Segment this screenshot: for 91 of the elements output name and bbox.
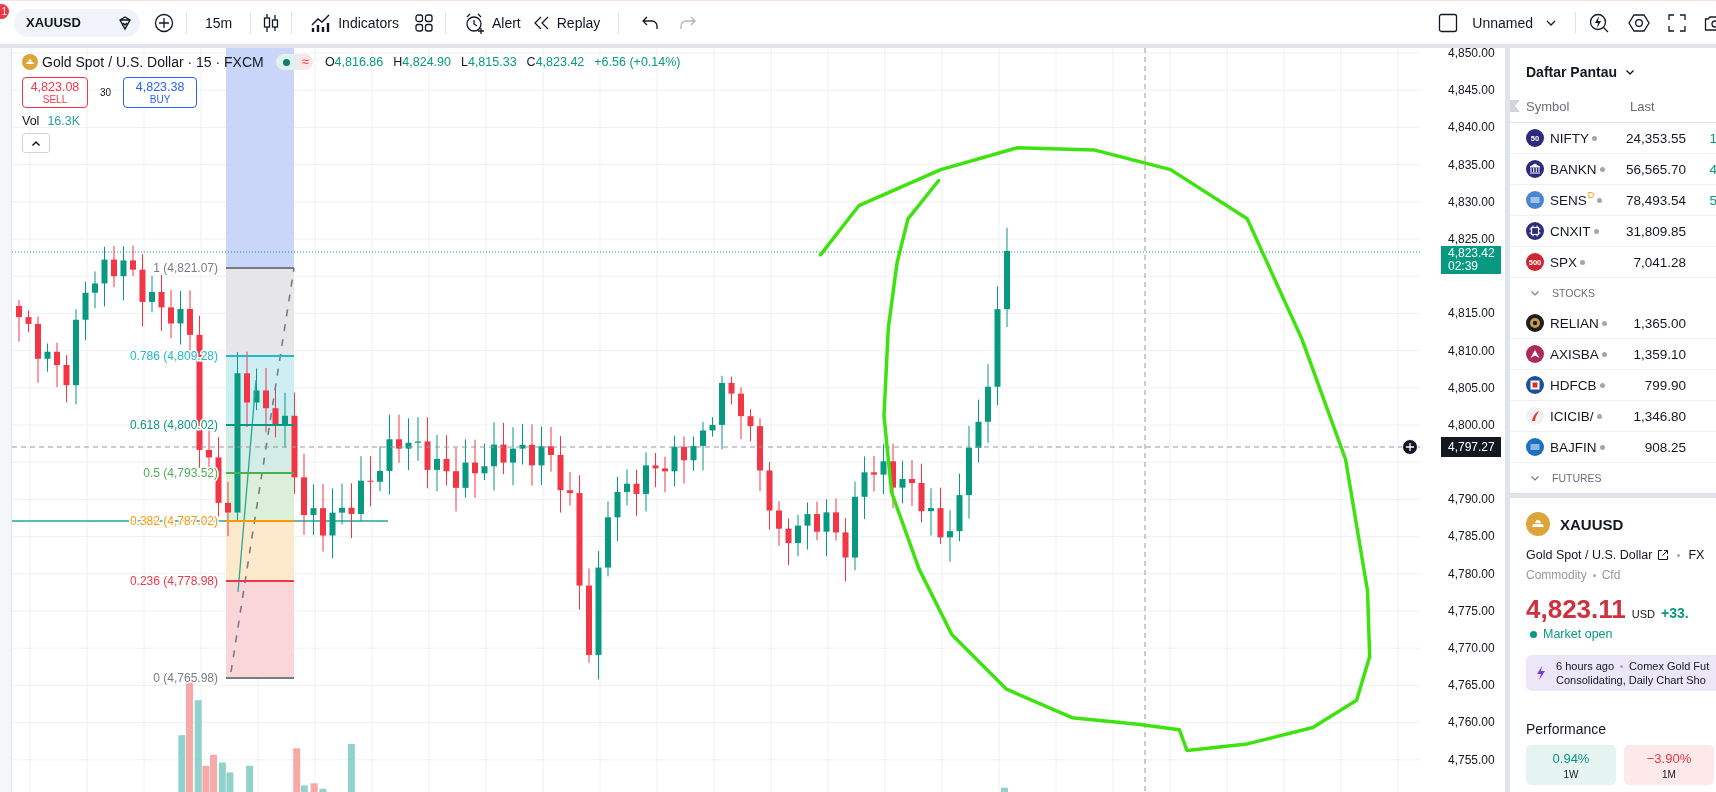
last-price: 24,353.55 <box>1624 130 1686 146</box>
notification-badge[interactable]: 1 <box>0 4 9 19</box>
axis-label: 4,780.00 <box>1448 566 1495 581</box>
axis-label: 4,805.00 <box>1448 380 1495 395</box>
price-axis[interactable]: 4,850.00 4,845.00 4,840.00 4,835.00 4,830.00 4,825.00 4,815.00 4,810.00 4,805.00 4,800.00 4,790.00 4,785.00 4,780.00 4,775.00 4,770.00 4,765.00 4,760.00 4,755.00 4,823.42 02:39 4,797.27 <box>1420 48 1505 792</box>
layout-name-button[interactable]: Unnamed <box>1466 10 1563 35</box>
symbol-name: XAUUSD <box>1560 515 1624 533</box>
change-value: +33. <box>1661 605 1689 621</box>
symbol-name: CNXIT <box>1550 223 1591 239</box>
symbol-subtype: Cfd <box>1601 568 1621 582</box>
axis-label: 4,825.00 <box>1448 231 1495 246</box>
news-headline: Comex Gold Fut <box>1629 660 1710 672</box>
axis-label: 4,790.00 <box>1448 492 1495 507</box>
current-price: 4,823.11 <box>1526 594 1626 625</box>
watchlist-row[interactable]: ICICIB/ 1,346.80 <box>1510 401 1716 432</box>
axis-label: 4,755.00 <box>1448 752 1495 767</box>
symbol-name: SPX <box>1550 254 1577 270</box>
exchange-name: FX <box>1688 548 1705 562</box>
symbol-name: BANKN <box>1550 161 1597 177</box>
replay-button[interactable]: Replay <box>526 10 607 35</box>
market-status: Market open <box>1543 627 1613 641</box>
axis-label: 4,810.00 <box>1448 343 1495 358</box>
axis-label: 4,835.00 <box>1448 157 1495 172</box>
ohlc-value: C4,823.42 <box>526 55 585 69</box>
symbol-name: RELIAN <box>1550 315 1599 331</box>
last-price: 78,493.54 <box>1624 192 1686 208</box>
performance-tile[interactable]: 0.94% 1W <box>1526 745 1616 785</box>
axis-label: 4,785.00 <box>1448 529 1495 544</box>
watchlist-row[interactable]: AXISBA 1,359.10 <box>1510 339 1716 370</box>
watchlist-row[interactable]: HDFCB 799.90 <box>1510 370 1716 401</box>
section-title: Performance <box>1526 721 1608 737</box>
fib-level-label: 1 (4,821.07) <box>153 261 218 275</box>
symbol-name: BAJFIN <box>1550 439 1597 455</box>
ohlc-value: H4,824.90 <box>393 55 451 69</box>
axis-label: 4,845.00 <box>1448 83 1495 98</box>
symbol-description: Gold Spot / U.S. Dollar <box>1526 548 1653 562</box>
news-card[interactable]: 6 hours ago Comex Gold Fut Consolidating, Daily Chart Sho <box>1526 655 1716 691</box>
performance-tile[interactable]: −3.90% 1M <box>1624 745 1714 785</box>
spread-value: 30 <box>100 87 112 98</box>
change-value: 1 <box>1709 130 1716 146</box>
symbol-name: ICICIB/ <box>1550 408 1594 424</box>
watchlist-row[interactable]: RELIAN 1,365.00 <box>1510 308 1716 339</box>
ohlc-value: O4,816.86 <box>324 55 384 69</box>
axis-label: 4,850.00 <box>1448 48 1495 60</box>
column-header[interactable]: Last <box>1630 98 1670 114</box>
crosshair-price-tag: 4,797.27 <box>1441 437 1501 457</box>
countdown-timer: 02:39 <box>1448 260 1480 273</box>
delay-label: D <box>1587 190 1595 200</box>
symbol-name: SENS <box>1550 192 1587 208</box>
last-price: 1,359.10 <box>1632 346 1686 362</box>
indicators-button[interactable]: Indicators <box>304 8 405 37</box>
column-header[interactable]: Symbol <box>1526 98 1630 114</box>
symbol-type: Commodity <box>1526 568 1587 582</box>
symbol-title[interactable]: Gold Spot / U.S. Dollar · 15 · FXCM <box>42 54 264 70</box>
ohlc-value: L4,815.33 <box>461 55 517 69</box>
watchlist-title[interactable]: Daftar Pantau <box>1526 64 1618 80</box>
last-price: 1,346.80 <box>1632 408 1686 424</box>
change-value: 4 <box>1709 161 1716 177</box>
watchlist-row[interactable]: CNXIT 31,809.85 <box>1510 216 1716 247</box>
price-value: 4,823.42 <box>1448 247 1496 260</box>
news-headline: Consolidating, Daily Chart Sho <box>1556 674 1707 686</box>
change-value: 5 <box>1709 192 1716 208</box>
symbol-search-field[interactable]: XAUUSD <box>14 8 140 37</box>
axis-label: 4,770.00 <box>1448 641 1495 655</box>
volume-label: Vol <box>22 114 40 128</box>
change-value: +6.56 (+0.14%) <box>594 55 681 69</box>
axis-label: 4,760.00 <box>1448 715 1495 730</box>
axis-label: 4,815.00 <box>1448 306 1495 321</box>
last-price: 1,365.00 <box>1632 315 1686 331</box>
volume-value: 16.3K <box>47 114 81 128</box>
last-price: 908.25 <box>1643 439 1686 455</box>
last-price: 799.90 <box>1643 377 1686 393</box>
buy-button[interactable]: 4,823.38 BUY <box>123 77 198 108</box>
symbol-name: HDFCB <box>1550 377 1597 393</box>
news-time: 6 hours ago <box>1556 660 1615 672</box>
interval-button[interactable]: 15m <box>199 10 239 35</box>
sell-button[interactable]: 4,823.08 SELL <box>22 77 88 108</box>
axis-label: 4,840.00 <box>1448 120 1495 135</box>
fib-level-label: 0.236 (4,778.98) <box>129 574 218 588</box>
last-price: 31,809.85 <box>1624 223 1686 239</box>
symbol-name: AXISBA <box>1550 346 1599 362</box>
last-price: 56,565.70 <box>1624 161 1686 177</box>
watchlist-row[interactable]: BANKN 56,565.70 4 <box>1510 154 1716 185</box>
axis-label: 4,830.00 <box>1448 194 1495 209</box>
axis-label: 4,775.00 <box>1448 603 1495 618</box>
symbol-name: NIFTY <box>1550 130 1589 146</box>
currency-label: USD <box>1631 608 1655 620</box>
axis-label: 4,765.00 <box>1448 678 1495 693</box>
alert-button[interactable]: Alert <box>457 7 527 38</box>
last-price: 7,041.28 <box>1632 254 1686 270</box>
axis-label: 4,800.00 <box>1448 417 1495 432</box>
